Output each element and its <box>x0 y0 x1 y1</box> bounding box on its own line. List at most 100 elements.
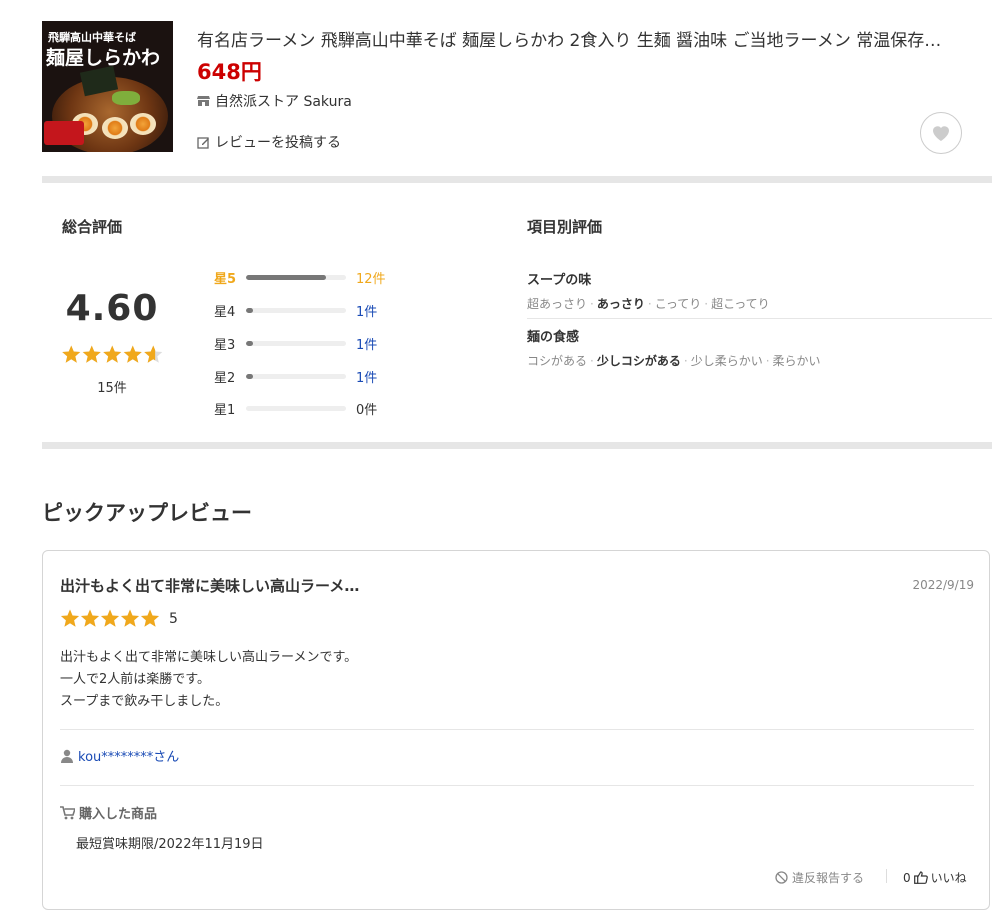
review-total-count: 15件 <box>97 381 127 396</box>
reviewer-name: kou********さん <box>78 750 180 765</box>
separator-dot: · <box>590 297 594 311</box>
prohibited-icon <box>775 871 788 884</box>
attribute-scale: 超あっさり · あっさり · こってり · 超こってり <box>527 295 992 312</box>
pickup-review-heading: ピックアップレビュー <box>42 501 252 525</box>
attribute-option: 超こってり <box>711 297 770 311</box>
star-icon <box>80 609 100 627</box>
separator-dot: · <box>683 354 688 368</box>
star-icon <box>140 609 160 627</box>
review-card: 出汁もよく出て非常に美味しい高山ラーメ… 2022/9/19 5 出汁もよく出て… <box>42 550 990 910</box>
distribution-count: 0件 <box>356 402 378 418</box>
review-score: 5 <box>169 611 178 627</box>
review-stars: 5 <box>60 609 178 629</box>
store-name: 自然派ストア Sakura <box>215 94 352 110</box>
rating-distribution-row-3[interactable]: 星3 1件 <box>214 333 377 353</box>
product-title[interactable]: 有名店ラーメン 飛騨高山中華そば 麺屋しらかわ 2食入り 生麺 醤油味 ご当地ラ… <box>197 26 992 51</box>
attribute-option: 少し柔らかい <box>690 354 763 368</box>
distribution-bar <box>246 373 346 379</box>
product-price: 648円 <box>197 60 262 84</box>
distribution-label: 星1 <box>214 402 236 418</box>
purchased-product-label: 購入した商品 <box>60 803 157 822</box>
product-image-brand: 麺屋しらかわ <box>46 47 161 69</box>
seal-graphic <box>44 121 84 145</box>
attribute-noodle-texture: 麺の食感 コシがある · 少しコシがある · 少し柔らかい · 柔らかい <box>527 326 992 369</box>
average-stars <box>61 345 165 365</box>
review-body-line: スープまで飲み干しました。 <box>60 694 229 709</box>
attribute-option: 柔らかい <box>772 354 821 368</box>
distribution-label: 星2 <box>214 370 236 386</box>
green-onion-graphic <box>112 91 140 105</box>
section-divider <box>42 176 992 183</box>
distribution-bar-fill <box>246 274 326 280</box>
average-rating: 4.60 <box>65 288 159 329</box>
distribution-count: 1件 <box>356 304 378 320</box>
cart-icon <box>60 805 75 820</box>
review-title[interactable]: 出汁もよく出て非常に美味しい高山ラーメ… <box>60 575 359 596</box>
egg-graphic <box>102 117 128 139</box>
distribution-count: 12件 <box>356 271 386 287</box>
attribute-option: 超あっさり <box>527 297 588 311</box>
distribution-bar-fill <box>246 307 253 313</box>
attribute-option: こってり <box>654 297 702 311</box>
edit-icon <box>197 136 210 149</box>
review-divider <box>60 785 974 786</box>
favorite-button[interactable] <box>920 112 962 154</box>
review-body: 出汁もよく出て非常に美味しい高山ラーメンです。 一人で2人前は楽勝です。 スープ… <box>60 647 357 713</box>
attribute-soup-taste: スープの味 超あっさり · あっさり · こってり · 超こってり <box>527 269 992 312</box>
purchased-product-option: 最短賞味期限/2022年11月19日 <box>76 837 264 852</box>
star-icon <box>62 345 81 363</box>
star-icon <box>120 609 140 627</box>
write-review-link[interactable]: レビューを投稿する <box>197 132 341 152</box>
distribution-bar-fill <box>246 340 253 346</box>
rating-distribution-row-4[interactable]: 星4 1件 <box>214 300 377 320</box>
review-divider <box>60 729 974 730</box>
review-date: 2022/9/19 <box>912 578 974 592</box>
rating-distribution-row-1: 星1 0件 <box>214 398 377 418</box>
rating-distribution-row-2[interactable]: 星2 1件 <box>214 366 377 386</box>
separator-dot: · <box>765 354 770 368</box>
product-image[interactable]: 飛騨高山中華そば 麺屋しらかわ <box>42 21 173 152</box>
attribute-rating-heading: 項目別評価 <box>527 218 603 236</box>
distribution-count: 1件 <box>356 337 378 353</box>
separator-dot: · <box>590 354 594 368</box>
thumbs-up-icon <box>913 871 928 884</box>
attribute-option-selected: あっさり <box>596 297 645 311</box>
action-separator <box>886 869 887 883</box>
distribution-count: 1件 <box>356 370 378 386</box>
distribution-bar <box>246 307 346 313</box>
star-icon <box>60 609 80 627</box>
star-icon <box>100 609 120 627</box>
report-label: 違反報告する <box>792 871 865 885</box>
distribution-label: 星5 <box>214 271 237 287</box>
user-icon <box>60 749 74 763</box>
distribution-bar <box>246 340 346 346</box>
overall-rating-heading: 総合評価 <box>62 218 123 236</box>
star-icon <box>123 345 142 363</box>
purchased-label-text: 購入した商品 <box>79 807 158 822</box>
review-body-line: 出汁もよく出て非常に美味しい高山ラーメンです。 <box>60 650 358 665</box>
distribution-bar-fill <box>246 373 253 379</box>
like-button[interactable]: 0 いいね <box>903 869 967 886</box>
report-button[interactable]: 違反報告する <box>775 869 864 886</box>
attribute-option-selected: 少しコシがある <box>596 354 681 368</box>
write-review-label: レビューを投稿する <box>215 135 341 151</box>
like-label: いいね <box>930 871 967 885</box>
egg-graphic <box>130 113 156 135</box>
attribute-name: スープの味 <box>527 273 592 288</box>
section-divider <box>42 442 992 449</box>
attribute-divider <box>527 318 992 319</box>
distribution-bar <box>246 405 346 411</box>
store-link[interactable]: 自然派ストア Sakura <box>197 91 352 111</box>
rating-distribution-row-5[interactable]: 星5 12件 <box>214 267 386 287</box>
distribution-label: 星4 <box>214 304 236 320</box>
store-icon <box>197 95 210 107</box>
like-count: 0 <box>903 870 911 885</box>
separator-dot: · <box>704 297 709 311</box>
attribute-scale: コシがある · 少しコシがある · 少し柔らかい · 柔らかい <box>527 352 992 369</box>
review-body-line: 一人で2人前は楽勝です。 <box>60 672 210 687</box>
distribution-label: 星3 <box>214 337 236 353</box>
star-icon <box>103 345 122 363</box>
separator-dot: · <box>647 297 652 311</box>
reviewer-link[interactable]: kou********さん <box>60 746 179 765</box>
attribute-name: 麺の食感 <box>527 330 580 345</box>
